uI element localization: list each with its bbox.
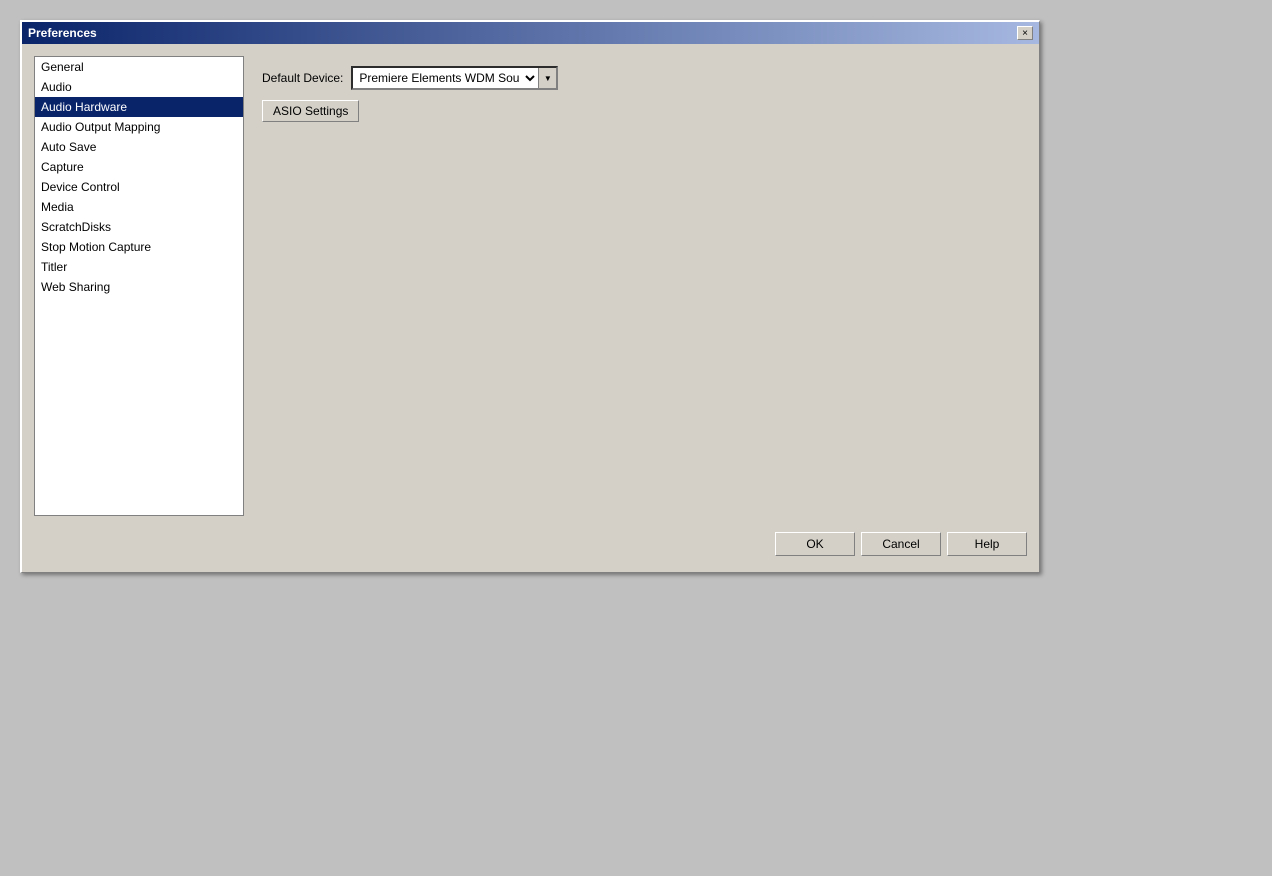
- sidebar-item-scratchdisks[interactable]: ScratchDisks: [35, 217, 243, 237]
- default-device-select[interactable]: Premiere Elements WDM Sound: [353, 68, 538, 88]
- sidebar-item-web-sharing[interactable]: Web Sharing: [35, 277, 243, 297]
- sidebar-item-capture[interactable]: Capture: [35, 157, 243, 177]
- sidebar-item-device-control[interactable]: Device Control: [35, 177, 243, 197]
- dropdown-arrow-icon[interactable]: ▼: [538, 68, 556, 88]
- sidebar: GeneralAudioAudio HardwareAudio Output M…: [34, 56, 244, 516]
- asio-settings-button[interactable]: ASIO Settings: [262, 100, 359, 122]
- sidebar-item-audio[interactable]: Audio: [35, 77, 243, 97]
- sidebar-item-audio-hardware[interactable]: Audio Hardware: [35, 97, 243, 117]
- main-content: GeneralAudioAudio HardwareAudio Output M…: [34, 56, 1027, 516]
- help-button[interactable]: Help: [947, 532, 1027, 556]
- content-area: Default Device: Premiere Elements WDM So…: [252, 56, 1027, 516]
- dialog-title: Preferences: [28, 26, 97, 40]
- sidebar-item-stop-motion-capture[interactable]: Stop Motion Capture: [35, 237, 243, 257]
- close-button[interactable]: ×: [1017, 26, 1033, 40]
- title-bar-buttons: ×: [1017, 26, 1033, 40]
- default-device-label: Default Device:: [262, 71, 343, 85]
- title-bar: Preferences ×: [22, 22, 1039, 44]
- ok-button[interactable]: OK: [775, 532, 855, 556]
- cancel-button[interactable]: Cancel: [861, 532, 941, 556]
- asio-settings-row: ASIO Settings: [262, 100, 1017, 122]
- sidebar-item-media[interactable]: Media: [35, 197, 243, 217]
- sidebar-item-general[interactable]: General: [35, 57, 243, 77]
- footer: OK Cancel Help: [34, 526, 1027, 560]
- dialog-body: GeneralAudioAudio HardwareAudio Output M…: [22, 44, 1039, 572]
- sidebar-item-titler[interactable]: Titler: [35, 257, 243, 277]
- default-device-row: Default Device: Premiere Elements WDM So…: [262, 66, 1017, 90]
- preferences-dialog: Preferences × GeneralAudioAudio Hardware…: [20, 20, 1040, 573]
- sidebar-item-audio-output-mapping[interactable]: Audio Output Mapping: [35, 117, 243, 137]
- sidebar-item-auto-save[interactable]: Auto Save: [35, 137, 243, 157]
- default-device-dropdown-wrapper: Premiere Elements WDM Sound ▼: [351, 66, 558, 90]
